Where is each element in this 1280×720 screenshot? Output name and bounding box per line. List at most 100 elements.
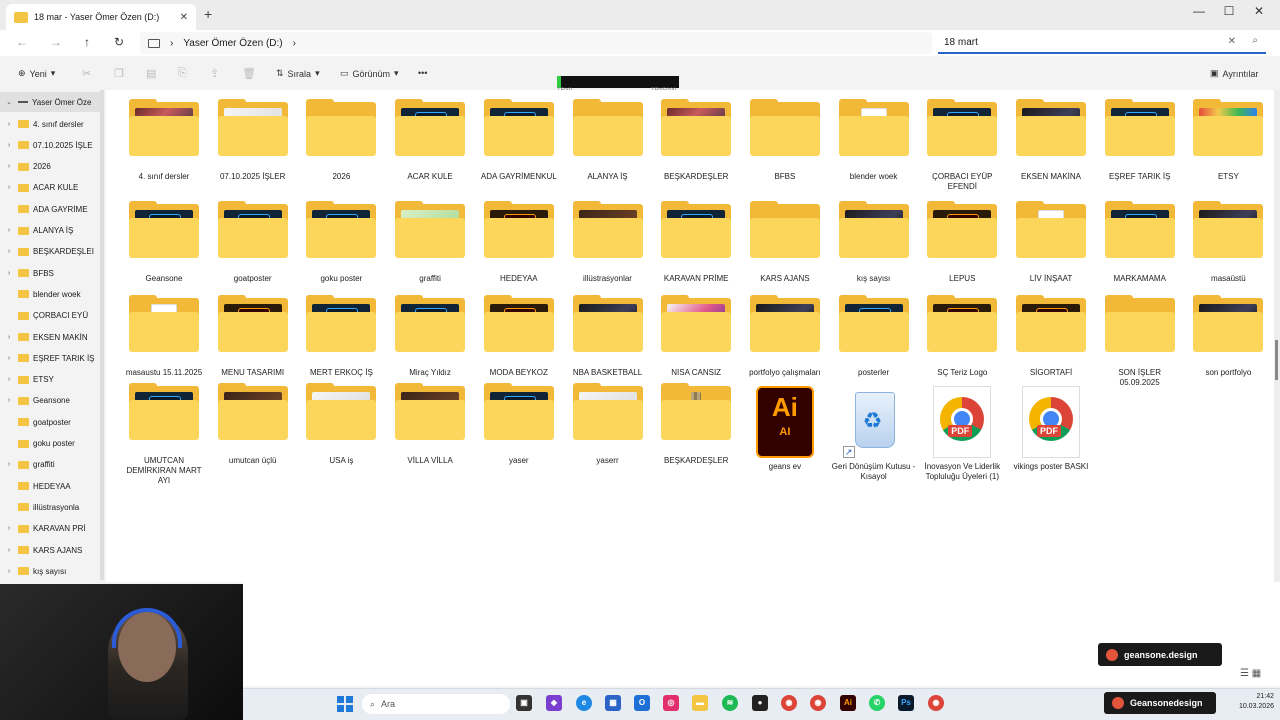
folder-item[interactable]: ÇORBACI EYÜP EFENDİ [920, 99, 1004, 192]
illustrator-icon[interactable]: Ai [840, 695, 856, 711]
windows-start-icon[interactable] [337, 696, 353, 712]
folder-item[interactable]: Geansone [122, 201, 206, 284]
chevron-right-icon[interactable]: › [0, 248, 18, 255]
chevron-right-icon[interactable]: › [0, 121, 18, 128]
search-box[interactable]: 18 mart ✕ ⌕ [938, 32, 1266, 54]
task-view-icon[interactable]: ▣ [516, 695, 532, 711]
chevron-right-icon[interactable]: › [0, 568, 18, 575]
maximize-button[interactable]: ☐ [1214, 4, 1244, 18]
rename-icon[interactable]: ⎘ [178, 67, 187, 80]
folder-item[interactable]: yaserr [566, 383, 650, 466]
sidebar-item[interactable]: ADA GAYRİME [0, 199, 102, 219]
photoshop-icon[interactable]: Ps [898, 695, 914, 711]
close-window-button[interactable]: ✕ [1244, 4, 1274, 18]
sidebar-item[interactable]: › EŞREF TARIK İŞ [0, 348, 102, 368]
view-button[interactable]: ▭ Görünüm ▾ [340, 68, 399, 79]
chevron-right-icon[interactable]: › [0, 142, 18, 149]
folder-item[interactable]: masaüstü [1186, 201, 1270, 284]
folder-item[interactable]: 4. sınıf dersler [122, 99, 206, 182]
spotify-icon[interactable]: ≋ [722, 695, 738, 711]
app-icon-2[interactable]: ● [752, 695, 768, 711]
folder-item[interactable]: BFBS [743, 99, 827, 182]
more-options-button[interactable]: ••• [418, 68, 427, 78]
scrollbar-thumb[interactable] [1275, 340, 1278, 380]
chevron-right-icon[interactable]: › [0, 270, 18, 277]
share-icon[interactable]: ⇪ [210, 67, 219, 80]
folder-item[interactable]: UMUTCAN DEMİRKIRAN MART AYI [122, 383, 206, 486]
folder-item[interactable]: yaser [477, 383, 561, 466]
folder-item[interactable]: MODA BEYKOZ [477, 295, 561, 378]
folder-item[interactable]: graffiti [388, 201, 472, 284]
sidebar-item[interactable]: ÇORBACI EYÜ [0, 306, 102, 326]
folder-item[interactable]: masaustu 15.11.2025 [122, 295, 206, 378]
sidebar-scrollbar[interactable] [100, 90, 104, 580]
sidebar-item[interactable]: › ACAR KULE [0, 178, 102, 198]
address-location[interactable]: Yaser Ömer Özen (D:) [183, 38, 282, 49]
taskbar-clock[interactable]: 21:42 10.03.2026 [1224, 692, 1274, 712]
folder-item[interactable]: illüstrasyonlar [566, 201, 650, 284]
folder-item[interactable]: blender woek [832, 99, 916, 182]
forward-button[interactable]: → [46, 35, 66, 49]
sidebar-item[interactable]: › 07.10.2025 İŞLE [0, 135, 102, 155]
copy-icon[interactable]: ❐ [114, 67, 124, 80]
address-separator-2[interactable]: › [293, 38, 296, 49]
explorer-tab[interactable]: 18 mar - Yaser Ömer Özen (D:) ✕ [6, 4, 196, 30]
folder-item[interactable]: ETSY [1186, 99, 1270, 182]
new-button[interactable]: ⊕ Yeni ▾ [18, 68, 55, 79]
folder-item[interactable]: SON İŞLER 05.09.2025 [1098, 295, 1182, 388]
file-item[interactable]: BEŞKARDEŞLER [654, 383, 738, 466]
folder-item[interactable]: 07.10.2025 İŞLER [211, 99, 295, 182]
details-button[interactable]: ▣ Ayrıntılar [1210, 68, 1258, 79]
search-input[interactable]: 18 mart [944, 37, 978, 48]
outlook-icon[interactable]: O [634, 695, 650, 711]
sidebar-item[interactable]: › ETSY [0, 370, 102, 390]
folder-item[interactable]: NISA CANSIZ [654, 295, 738, 378]
sidebar-item[interactable]: › BEŞKARDEŞLEI [0, 242, 102, 262]
minimize-button[interactable]: — [1184, 4, 1214, 18]
sidebar-item[interactable]: › KARS AJANS [0, 540, 102, 560]
file-item[interactable]: ♻ ↗ Geri Dönüşüm Kutusu - Kısayol [832, 386, 916, 482]
folder-item[interactable]: NBA BASKETBALL [566, 295, 650, 378]
folder-item[interactable]: LİV İNŞAAT [1009, 201, 1093, 284]
sidebar-item[interactable]: › 4. sınıf dersler [0, 114, 102, 134]
sidebar-root-drive[interactable]: ⌄ Yaser Ömer Öze [0, 92, 102, 112]
sidebar-item[interactable]: blender woek [0, 284, 102, 304]
sidebar-item[interactable]: › ALANYA İŞ [0, 221, 102, 241]
chevron-right-icon[interactable]: › [0, 461, 18, 468]
sidebar-item[interactable]: › KARAVAN PRİ [0, 519, 102, 539]
folder-item[interactable]: HEDEYAA [477, 201, 561, 284]
folder-item[interactable]: son portfolyo [1186, 295, 1270, 378]
folder-item[interactable]: goku poster [299, 201, 383, 284]
folder-item[interactable]: kış sayısı [832, 201, 916, 284]
search-icon[interactable]: ⌕ [1252, 35, 1258, 46]
sidebar-item[interactable]: goku poster [0, 434, 102, 454]
folder-item[interactable]: SİGORTAFİ [1009, 295, 1093, 378]
folder-item[interactable]: portfolyo çalışmaları [743, 295, 827, 378]
store-icon[interactable]: ▦ [605, 695, 621, 711]
chevron-right-icon[interactable]: › [0, 334, 18, 341]
back-button[interactable]: ← [12, 35, 32, 49]
folder-item[interactable]: MERT ERKOÇ İŞ [299, 295, 383, 378]
folder-item[interactable]: BEŞKARDEŞLER [654, 99, 738, 182]
folder-item[interactable]: KARS AJANS [743, 201, 827, 284]
chrome-icon[interactable]: ◉ [781, 695, 797, 711]
view-toggle-icons[interactable]: ☰ ▦ [1240, 668, 1261, 679]
sidebar-item[interactable]: › kış sayısı [0, 561, 102, 581]
file-explorer-icon[interactable]: ▬ [692, 695, 708, 711]
folder-item[interactable]: ADA GAYRİMENKUL [477, 99, 561, 182]
chevron-right-icon[interactable]: › [0, 184, 18, 191]
chrome-icon-3[interactable]: ◉ [928, 695, 944, 711]
folder-item[interactable]: ALANYA İŞ [566, 99, 650, 182]
cut-icon[interactable]: ✂ [82, 67, 91, 80]
edge-icon[interactable]: e [576, 695, 592, 711]
chevron-right-icon[interactable]: › [0, 163, 18, 170]
delete-icon[interactable]: 🗑 [242, 67, 256, 80]
chrome-icon-2[interactable]: ◉ [810, 695, 826, 711]
chevron-right-icon[interactable]: › [0, 397, 18, 404]
folder-item[interactable]: USA iş [299, 383, 383, 466]
sidebar-item[interactable]: HEDEYAA [0, 476, 102, 496]
folder-item[interactable]: Miraç Yıldız [388, 295, 472, 378]
clear-search-icon[interactable]: ✕ [1228, 36, 1236, 47]
up-button[interactable]: ↑ [77, 35, 97, 49]
whatsapp-icon[interactable]: ✆ [869, 695, 885, 711]
